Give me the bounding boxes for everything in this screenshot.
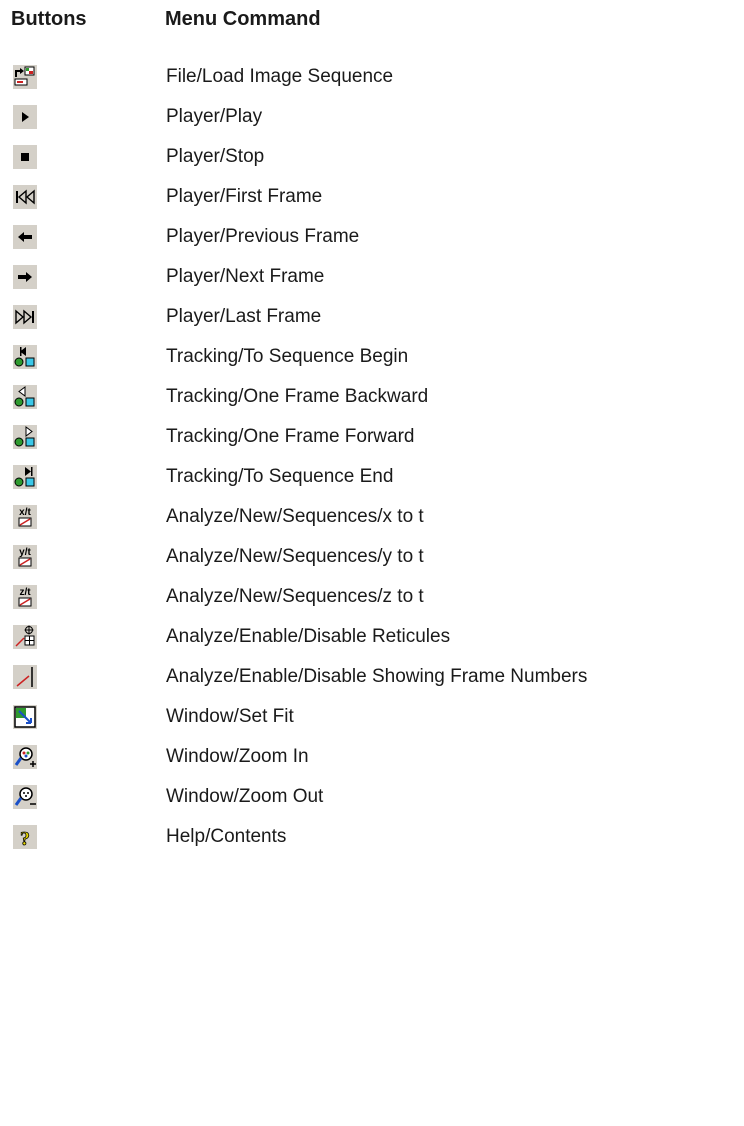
command-row: File/Load Image Sequence [0,58,744,98]
z-to-t-icon[interactable]: z/t [13,585,37,609]
command-label: Player/Play [166,106,263,127]
tracking-frame-forward-icon[interactable] [13,425,37,449]
command-label: Help/Contents [166,826,287,847]
command-label: Analyze/Enable/Disable Reticules [166,626,451,647]
command-row: ? Help/Contents [0,818,744,858]
command-row: Tracking/To Sequence Begin [0,338,744,378]
help-icon-glyph: ? [20,828,30,849]
play-icon[interactable] [13,105,37,129]
x-to-t-icon[interactable]: x/t [13,505,37,529]
zoom-out-icon[interactable] [13,785,37,809]
command-label: Player/Previous Frame [166,226,360,247]
command-label: Player/Next Frame [166,266,325,287]
command-row: Window/Zoom Out [0,778,744,818]
help-icon[interactable]: ? [13,825,37,849]
command-label: Tracking/One Frame Backward [166,386,429,407]
command-row: x/t Analyze/New/Sequences/x to t [0,498,744,538]
load-image-sequence-icon[interactable] [13,65,37,89]
command-label: Window/Zoom In [166,746,309,767]
command-row: Player/Next Frame [0,258,744,298]
command-row: Window/Set Fit [0,698,744,738]
x-to-t-icon-label: x/t [19,507,31,518]
z-to-t-icon-label: z/t [19,587,31,598]
command-label: Player/Last Frame [166,306,322,327]
y-to-t-icon[interactable]: y/t [13,545,37,569]
frame-numbers-icon[interactable] [13,665,37,689]
command-row: Tracking/One Frame Forward [0,418,744,458]
reticules-icon[interactable] [13,625,37,649]
menu-command-header: Menu Command [165,8,321,30]
command-row: Player/First Frame [0,178,744,218]
last-frame-icon[interactable] [13,305,37,329]
command-row: Tracking/To Sequence End [0,458,744,498]
first-frame-icon[interactable] [13,185,37,209]
command-label: Analyze/New/Sequences/x to t [166,506,424,527]
command-label: Tracking/To Sequence End [166,466,394,487]
command-row: Player/Stop [0,138,744,178]
command-label: Tracking/To Sequence Begin [166,346,409,367]
tracking-sequence-end-icon[interactable] [13,465,37,489]
previous-frame-icon[interactable] [13,225,37,249]
command-row: Window/Zoom In [0,738,744,778]
stop-icon[interactable] [13,145,37,169]
command-label: Analyze/New/Sequences/z to t [166,586,424,607]
command-label: Player/Stop [166,146,265,167]
tracking-sequence-begin-icon[interactable] [13,345,37,369]
y-to-t-icon-label: y/t [19,547,31,558]
set-fit-icon[interactable] [13,705,37,729]
zoom-in-icon[interactable] [13,745,37,769]
command-label: File/Load Image Sequence [166,66,394,87]
command-row: Player/Last Frame [0,298,744,338]
command-label: Analyze/New/Sequences/y to t [166,546,424,567]
command-row: Tracking/One Frame Backward [0,378,744,418]
command-row: Analyze/Enable/Disable Reticules [0,618,744,658]
buttons-header: Buttons [11,8,87,30]
command-label: Tracking/One Frame Forward [166,426,415,447]
next-frame-icon[interactable] [13,265,37,289]
command-row: z/t Analyze/New/Sequences/z to t [0,578,744,618]
command-label: Player/First Frame [166,186,323,207]
command-label: Window/Zoom Out [166,786,324,807]
tracking-frame-backward-icon[interactable] [13,385,37,409]
command-row: Player/Play [0,98,744,138]
command-row: Player/Previous Frame [0,218,744,258]
command-row: y/t Analyze/New/Sequences/y to t [0,538,744,578]
command-row: Analyze/Enable/Disable Showing Frame Num… [0,658,744,698]
command-label: Window/Set Fit [166,706,294,727]
command-label: Analyze/Enable/Disable Showing Frame Num… [166,666,588,687]
